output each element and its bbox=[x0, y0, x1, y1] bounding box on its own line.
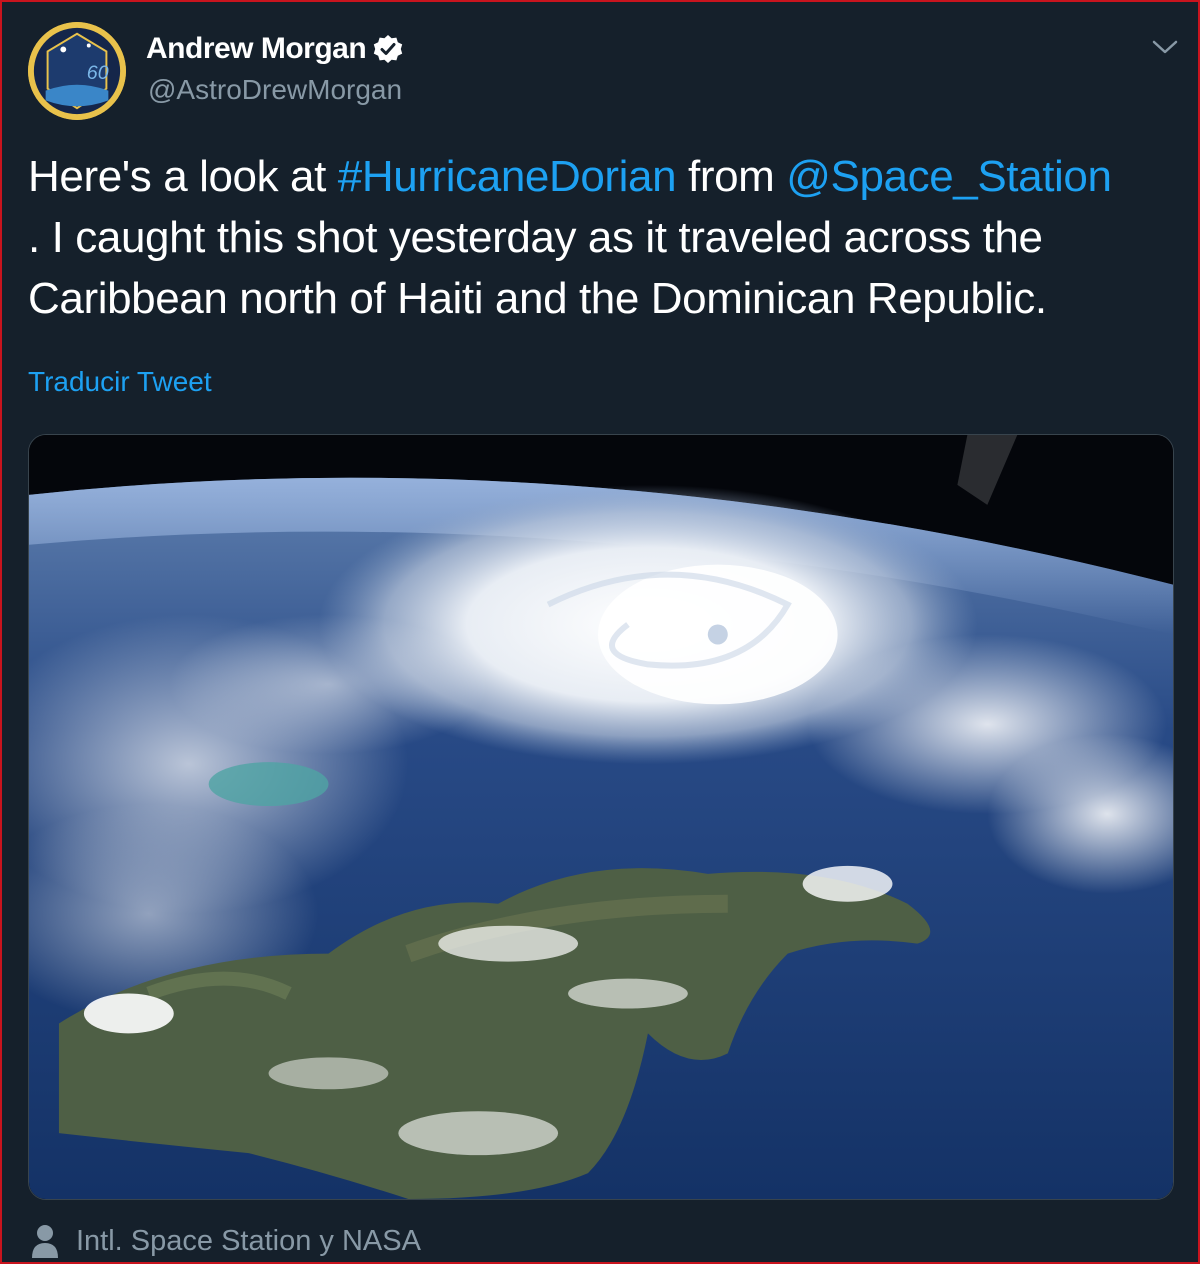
tweet-text-part: from bbox=[676, 152, 787, 201]
tweet-text-part: . I caught this shot yesterday as it tra… bbox=[28, 213, 1047, 323]
chevron-down-icon[interactable] bbox=[1150, 36, 1180, 58]
person-icon bbox=[32, 1225, 58, 1258]
author-handle[interactable]: @AstroDrewMorgan bbox=[148, 74, 402, 106]
mention-link[interactable]: @Space_Station bbox=[786, 152, 1112, 201]
tweet-text-part: Here's a look at bbox=[28, 152, 338, 201]
svg-text:60: 60 bbox=[87, 62, 109, 84]
tweet-text: Here's a look at #HurricaneDorian from @… bbox=[28, 146, 1188, 329]
hashtag-link[interactable]: #HurricaneDorian bbox=[338, 152, 677, 201]
tweet-media-photo[interactable] bbox=[28, 434, 1174, 1200]
author-name[interactable]: Andrew Morgan bbox=[146, 32, 367, 66]
verified-badge-icon bbox=[373, 35, 403, 63]
expedition-60-patch-icon: 60 bbox=[28, 22, 126, 120]
earth-hurricane-photo bbox=[29, 435, 1173, 1199]
tagged-users-label[interactable]: Intl. Space Station y NASA bbox=[76, 1225, 421, 1258]
translate-tweet-link[interactable]: Traducir Tweet bbox=[28, 366, 212, 398]
author-avatar[interactable]: 60 bbox=[28, 22, 126, 120]
tagged-users[interactable]: Intl. Space Station y NASA bbox=[30, 1224, 421, 1258]
author-name-row[interactable]: Andrew Morgan bbox=[146, 32, 404, 66]
